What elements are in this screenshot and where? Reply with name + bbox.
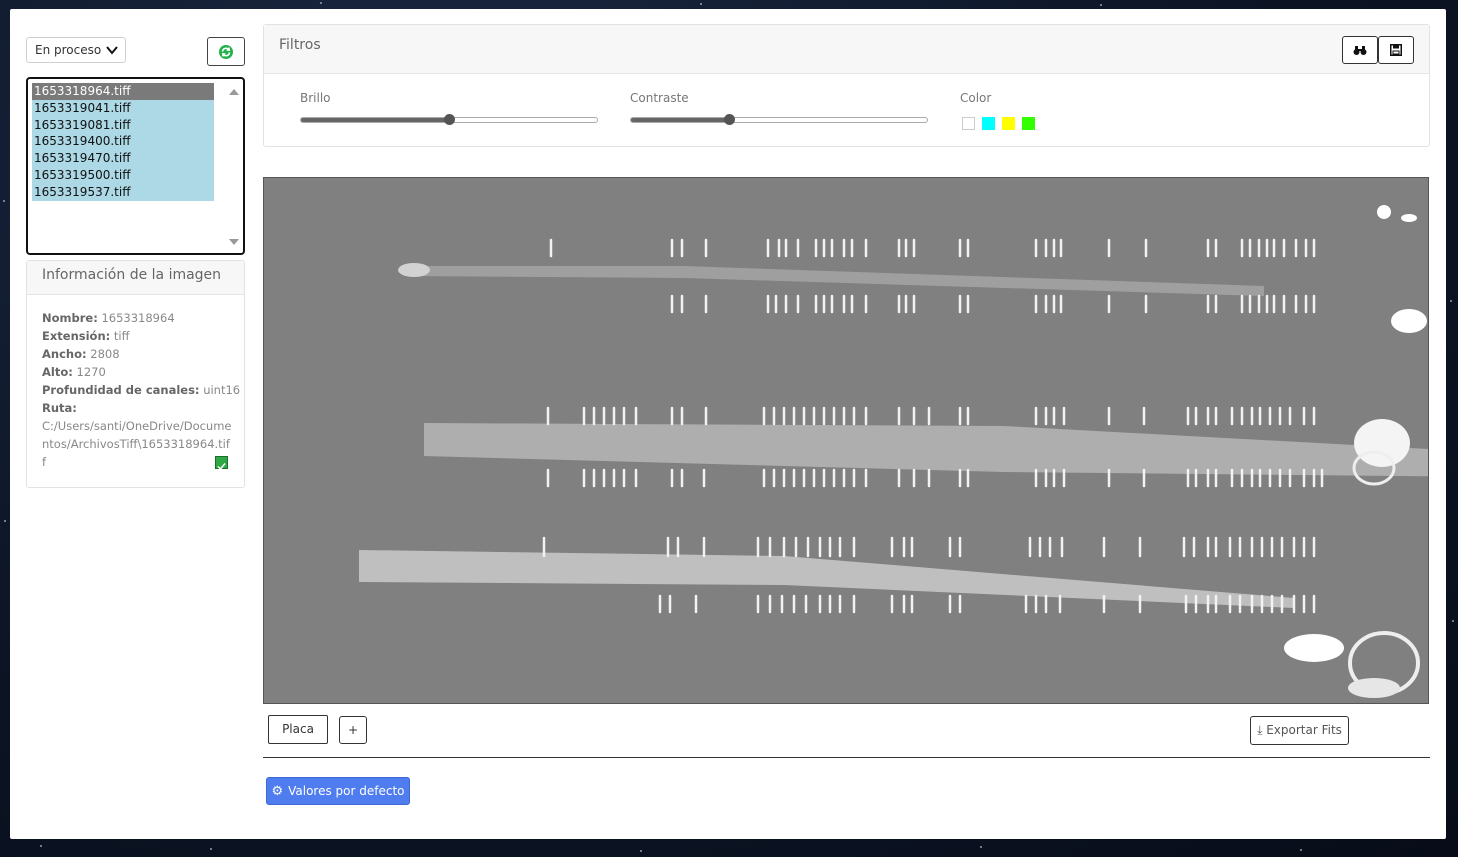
color-swatch[interactable] (1022, 117, 1035, 130)
file-list-item[interactable]: 1653319041.tiff (32, 99, 214, 117)
refresh-icon (219, 44, 233, 59)
brightness-slider[interactable] (300, 114, 598, 125)
brightness-label: Brillo (300, 91, 331, 105)
info-name-row: Nombre: 1653318964 (42, 309, 244, 327)
defaults-button[interactable]: ⚙ Valores por defecto (266, 777, 410, 805)
color-swatch[interactable] (982, 117, 995, 130)
image-info-title: Información de la imagen (27, 261, 244, 295)
brightness-slider-fill (301, 118, 449, 122)
info-extension-label: Extensión: (42, 329, 111, 343)
info-depth-row: Profundidad de canales: uint16 (42, 381, 244, 399)
save-icon (1390, 44, 1402, 56)
image-info-body: Nombre: 1653318964 Extensión: tiff Ancho… (27, 295, 244, 471)
plate-tab[interactable]: Placa (268, 715, 328, 744)
add-plate-button[interactable]: + (339, 716, 367, 744)
contrast-label: Contraste (630, 91, 689, 105)
divider (263, 757, 1430, 758)
info-path-row: Ruta: (42, 399, 244, 417)
gear-icon: ⚙ (271, 783, 284, 799)
refresh-button[interactable] (207, 37, 245, 66)
info-name-label: Nombre: (42, 311, 98, 325)
info-width-value: 2808 (90, 347, 120, 361)
info-extension-value: tiff (113, 329, 130, 343)
plate-image-viewer[interactable] (263, 177, 1429, 704)
info-path-value: C:/Users/santi/OneDrive/Documentos/Archi… (42, 419, 232, 469)
filters-card: Filtros Brillo Contraste Color (263, 24, 1430, 147)
file-list-item[interactable]: 1653319081.tiff (32, 116, 214, 134)
info-depth-value: uint16 (203, 383, 241, 397)
color-label: Color (960, 91, 992, 105)
filters-header: Filtros (264, 25, 1429, 74)
main-panel: En proceso 1653318964.tiff 1653319041.tif… (10, 9, 1446, 839)
info-width-label: Ancho: (42, 347, 87, 361)
image-info-card: Información de la imagen Nombre: 1653318… (26, 260, 245, 488)
info-height-row: Alto: 1270 (42, 363, 244, 381)
info-depth-label: Profundidad de canales: (42, 383, 200, 397)
listbox-scrollbar[interactable] (227, 81, 241, 251)
status-select[interactable]: En proceso (26, 37, 126, 63)
file-list-item[interactable]: 1653319470.tiff (32, 150, 214, 167)
file-list-item[interactable]: 1653319500.tiff (32, 166, 214, 184)
spectrum-plate-image (359, 205, 1428, 698)
chevron-down-icon (106, 46, 118, 55)
info-path-label: Ruta: (42, 401, 77, 415)
export-fits-button[interactable]: ⤓ Exportar Fits (1250, 716, 1349, 745)
contrast-slider-thumb[interactable] (723, 114, 735, 125)
info-height-value: 1270 (76, 365, 106, 379)
info-height-label: Alto: (42, 365, 73, 379)
check-icon (215, 456, 228, 471)
file-list-item[interactable]: 1653318964.tiff (32, 83, 214, 100)
info-width-row: Ancho: 2808 (42, 345, 244, 363)
binoculars-button[interactable] (1342, 36, 1378, 64)
color-swatch[interactable] (1002, 117, 1015, 130)
color-swatch[interactable] (962, 117, 975, 130)
defaults-button-label: Valores por defecto (288, 784, 405, 798)
contrast-slider[interactable] (630, 114, 928, 125)
file-list-item[interactable]: 1653319400.tiff (32, 133, 214, 151)
brightness-slider-thumb[interactable] (444, 114, 455, 125)
contrast-slider-fill (631, 118, 729, 122)
file-listbox[interactable]: 1653318964.tiff 1653319041.tiff 1653319081… (26, 77, 245, 255)
binoculars-icon (1353, 46, 1367, 55)
info-name-value: 1653318964 (101, 311, 175, 325)
file-list-item[interactable]: 1653319537.tiff (32, 183, 214, 201)
filters-title: Filtros (279, 37, 321, 53)
save-button[interactable] (1378, 36, 1414, 64)
info-extension-row: Extensión: tiff (42, 327, 244, 345)
scroll-down-icon[interactable] (229, 239, 239, 245)
status-select-value: En proceso (35, 43, 102, 57)
file-items: 1653318964.tiff 1653319041.tiff 1653319081… (32, 83, 214, 201)
scroll-up-icon[interactable] (229, 89, 239, 95)
